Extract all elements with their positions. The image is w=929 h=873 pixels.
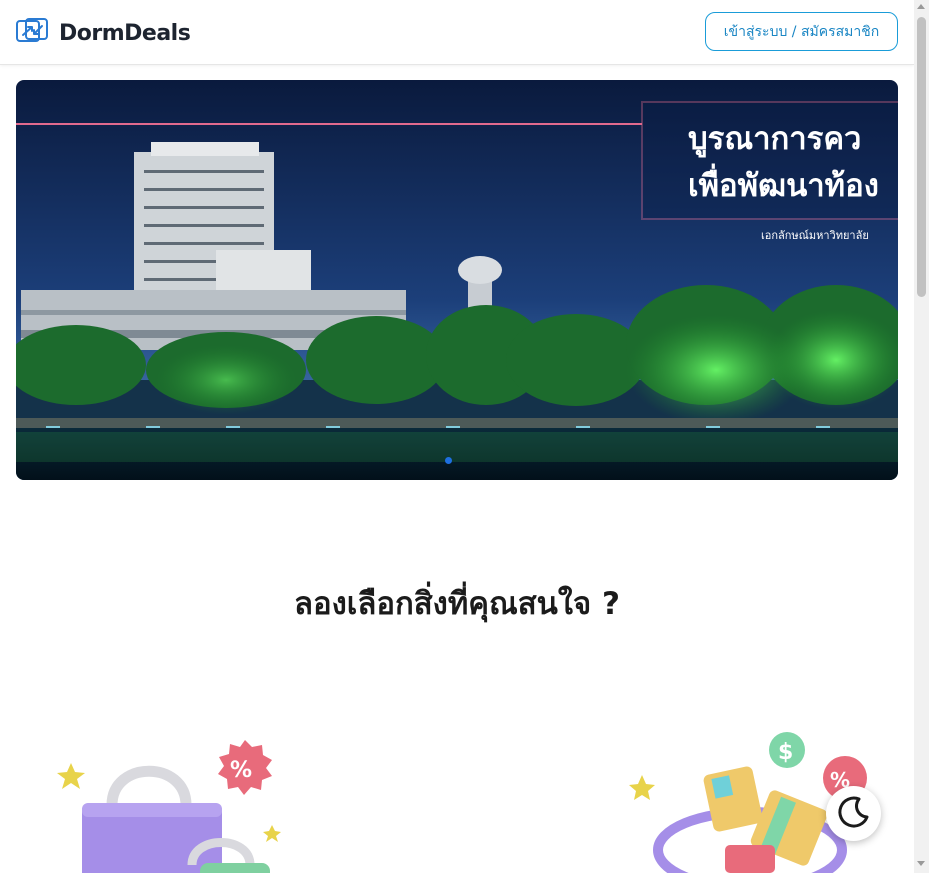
moon-icon xyxy=(837,795,871,833)
swap-arrows-icon xyxy=(15,17,49,49)
site-header: DormDeals เข้าสู่ระบบ / สมัครสมาชิก xyxy=(0,0,914,65)
page-scrollbar[interactable] xyxy=(914,0,929,873)
banner-title-line-2: เพื่อพัฒนาท้อง xyxy=(688,168,879,204)
scrollbar-thumb[interactable] xyxy=(917,17,926,297)
star-icon xyxy=(263,825,281,842)
scroll-up-arrow-icon[interactable] xyxy=(917,4,925,9)
scroll-down-arrow-icon[interactable] xyxy=(917,861,925,866)
banner-title-line-1: บูรณาการคว xyxy=(688,121,862,157)
banner-subtitle: เอกลักษณ์มหาวิทยาลัย xyxy=(761,229,869,242)
hero-banner-carousel[interactable]: บูรณาการคว เพื่อพัฒนาท้อง เอกลักษณ์มหาวิ… xyxy=(16,80,898,480)
login-register-button[interactable]: เข้าสู่ระบบ / สมัครสมาชิก xyxy=(705,12,898,51)
svg-text:%: % xyxy=(230,758,252,783)
shopping-bags-illustration[interactable]: % xyxy=(50,725,300,873)
brand-logo[interactable]: DormDeals xyxy=(15,17,191,49)
brand-name: DormDeals xyxy=(59,20,191,46)
star-icon xyxy=(629,775,655,800)
svg-text:$: $ xyxy=(778,740,793,765)
interest-heading: ลองเลือกสิ่งที่คุณสนใจ ? xyxy=(294,586,620,622)
carousel-dot-active[interactable] xyxy=(445,457,452,464)
banner-title: บูรณาการคว เพื่อพัฒนาท้อง xyxy=(688,116,879,210)
star-icon xyxy=(57,763,85,789)
theme-toggle-button[interactable] xyxy=(826,786,881,841)
